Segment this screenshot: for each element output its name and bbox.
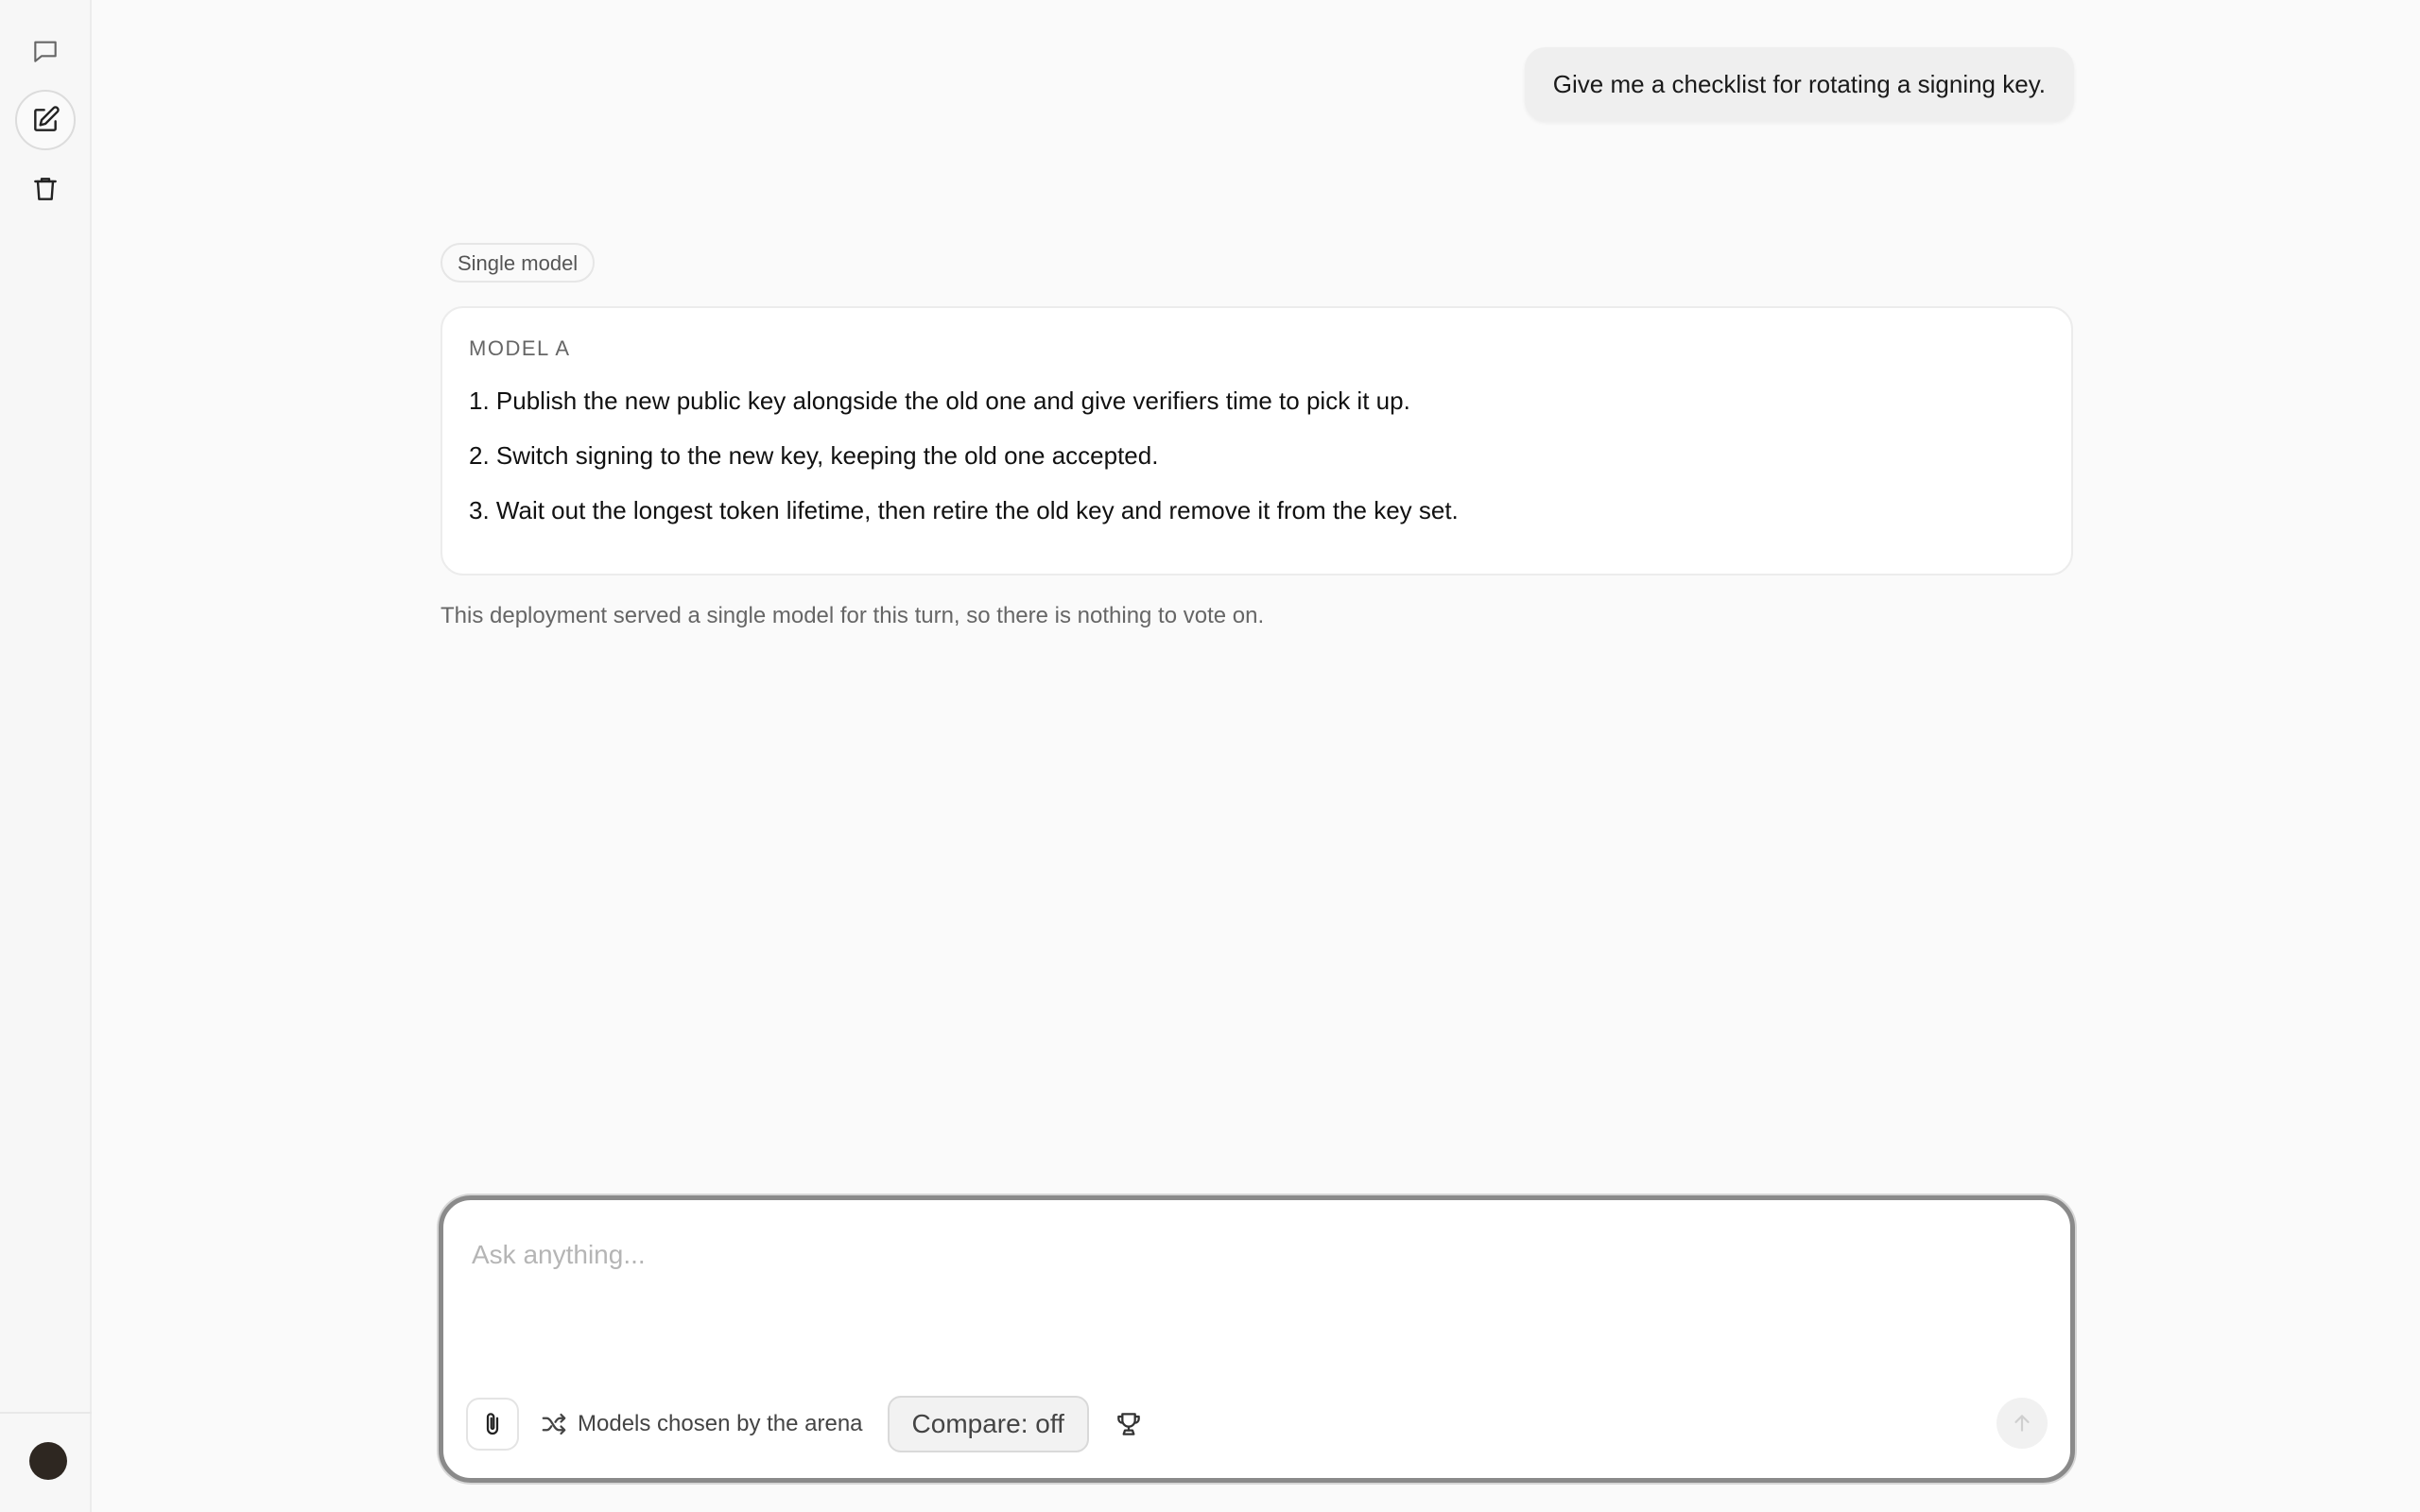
chat-main: Give me a checklist for rotating a signi… [92, 0, 2420, 1512]
app-window: Give me a checklist for rotating a signi… [0, 0, 2420, 1512]
model-label: MODEL A [469, 336, 571, 360]
trash-icon [34, 178, 57, 200]
prompt-input[interactable] [472, 1227, 2042, 1283]
model-response-card: MODEL A 1. Publish the new public key al… [441, 306, 2073, 576]
mode-badge: Single model [441, 243, 596, 283]
checklist-item: 2. Switch signing to the new key, keepin… [469, 441, 1159, 470]
chat-bubble-icon [34, 41, 57, 62]
composer-toolbar: Models chosen by the arena Compare: off [466, 1395, 2048, 1453]
checklist-item: 3. Wait out the longest token lifetime, … [469, 496, 1459, 524]
shuffle-icon [542, 1413, 566, 1435]
vote-notice: This deployment served a single model fo… [441, 603, 1265, 628]
paperclip-icon [486, 1413, 499, 1435]
delete-chat-button[interactable] [15, 159, 76, 219]
edit-icon [34, 106, 60, 131]
composer: Models chosen by the arena Compare: off [439, 1195, 2075, 1483]
user-message: Give me a checklist for rotating a signi… [1524, 47, 2074, 121]
user-avatar[interactable] [29, 1442, 67, 1480]
attach-button[interactable] [466, 1398, 519, 1451]
models-label: Models chosen by the arena [578, 1411, 863, 1436]
checklist-item: 1. Publish the new public key alongside … [469, 387, 1410, 415]
leaderboard-button[interactable] [1110, 1405, 1148, 1443]
chats-button[interactable] [15, 21, 76, 81]
response-checklist: 1. Publish the new public key alongside … [469, 384, 2045, 527]
compare-toggle[interactable]: Compare: off [887, 1396, 1089, 1452]
model-selection-chip[interactable]: Models chosen by the arena [540, 1410, 863, 1438]
arrow-up-icon [2014, 1415, 2030, 1432]
sidebar-divider [0, 1412, 92, 1414]
new-chat-button[interactable] [15, 90, 76, 150]
send-button[interactable] [1996, 1398, 2048, 1449]
trophy-icon [1117, 1413, 1140, 1435]
sidebar-rail [0, 0, 92, 1512]
